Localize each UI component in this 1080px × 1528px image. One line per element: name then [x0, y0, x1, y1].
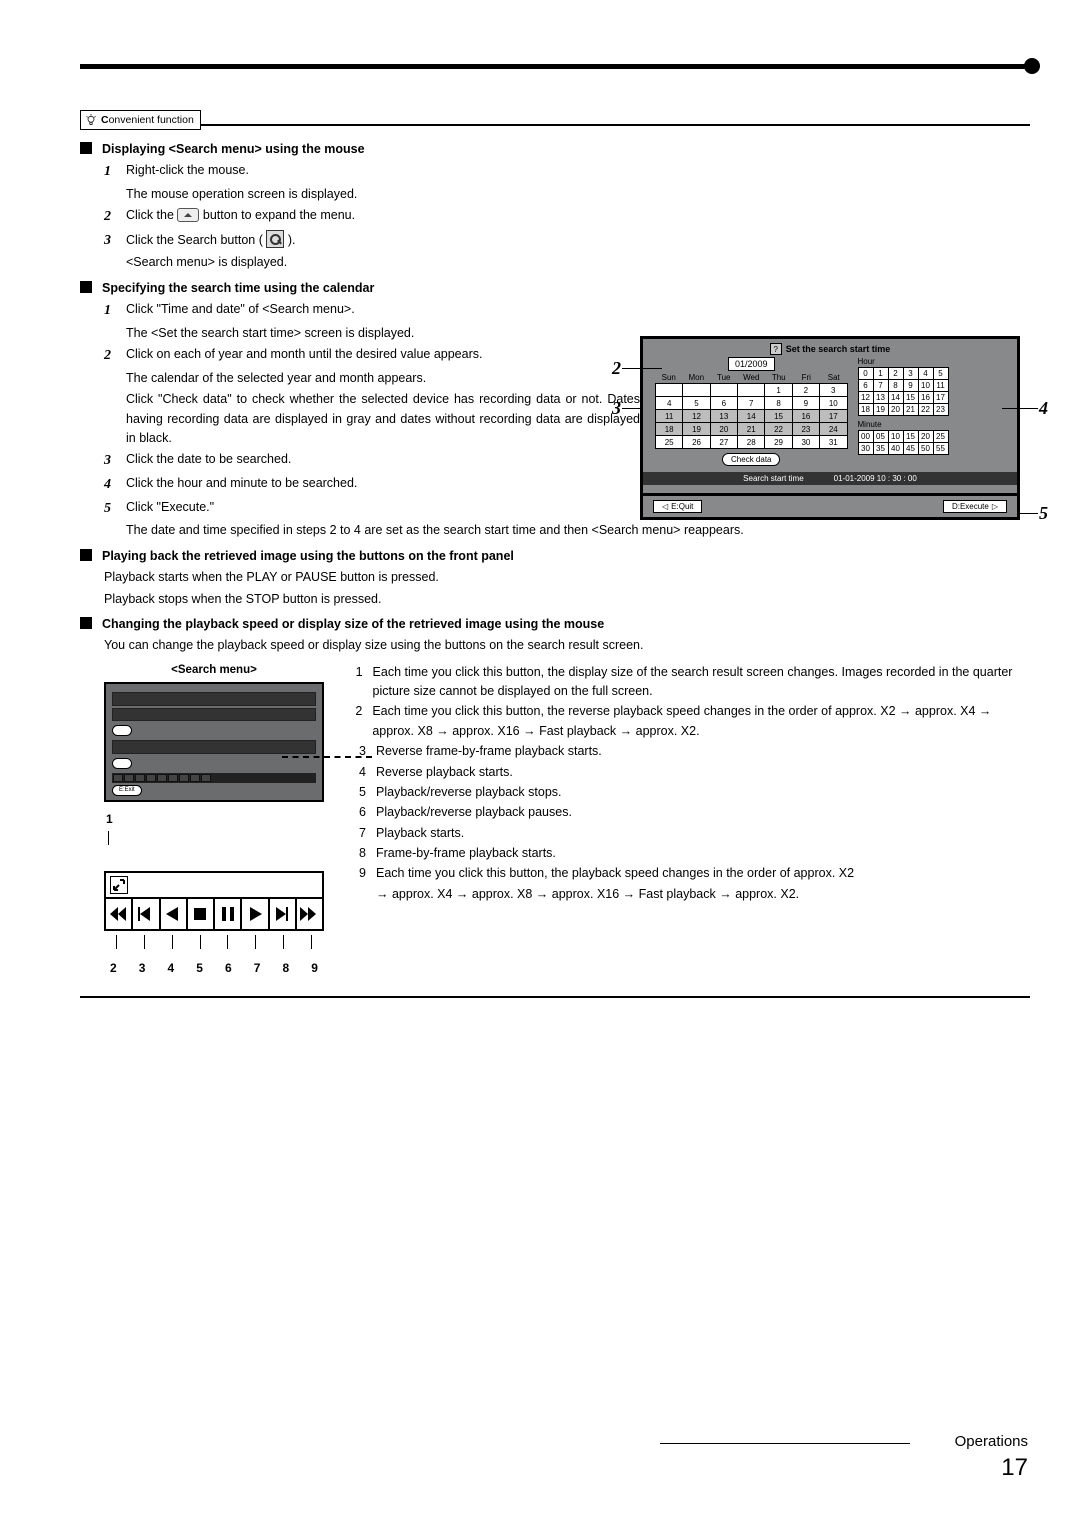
legend-text-cont: → approx. X4 → approx. X8 → approx. X16 … — [376, 885, 1030, 904]
play-icon — [242, 899, 269, 929]
step-text: Click "Time and date" of <Search menu>. — [126, 300, 640, 322]
leader-line — [282, 756, 372, 758]
legend-text: Frame-by-frame playback starts. — [376, 844, 556, 863]
step-text: Click the button to expand the menu. — [126, 206, 1030, 228]
minute-grid: 000510152025 303540455055 — [858, 430, 949, 455]
callout-2: 2 — [612, 358, 621, 379]
page-number: 17 — [955, 1454, 1028, 1482]
callout-3: 3 — [612, 398, 621, 419]
stop-icon — [188, 899, 215, 929]
page-content: CConvenient functiononvenient function D… — [80, 110, 1030, 998]
hour-grid: 012345 67891011 121314151617 18192021222… — [858, 367, 949, 416]
section-marker — [80, 549, 92, 561]
step-sub: <Search menu> is displayed. — [126, 253, 1030, 272]
legend-text: Playback starts. — [376, 824, 464, 843]
legend-text: Reverse frame-by-frame playback starts. — [376, 742, 602, 761]
top-rule — [80, 64, 1030, 69]
resize-icon — [110, 876, 128, 894]
body-text: You can change the playback speed or dis… — [104, 636, 1030, 655]
step-text: Click on each of year and month until th… — [126, 345, 640, 367]
mini-search-menu: E:Exit — [104, 682, 324, 802]
step-text: Click the hour and minute to be searched… — [126, 474, 640, 496]
step-text: Click the Search button ( ). — [126, 230, 1030, 252]
step-fwd-icon — [270, 899, 297, 929]
step-text: Right-click the mouse. — [126, 161, 1030, 183]
fast-fwd-icon — [297, 899, 322, 929]
callout-4: 4 — [1039, 398, 1048, 419]
dialog-footer: ◁E:Quit D:Execute▷ — [640, 496, 1020, 520]
section-change-speed: Changing the playback speed or display s… — [80, 615, 1030, 634]
quit-button: ◁E:Quit — [653, 500, 702, 513]
step-num: 3 — [104, 230, 118, 252]
dialog-title: Set the search start time — [786, 344, 891, 354]
page-footer: Operations 17 — [955, 1433, 1028, 1482]
top-dot — [1024, 58, 1040, 74]
legend-text: Playback/reverse playback stops. — [376, 783, 562, 802]
mini-exit-button: E:Exit — [112, 785, 142, 796]
legend-text: Each time you click this button, the pla… — [376, 864, 854, 883]
mini-playback-icons — [112, 773, 316, 783]
step-sub: The mouse operation screen is displayed. — [126, 185, 1030, 204]
legend-text: Playback/reverse playback pauses. — [376, 803, 572, 822]
playback-legend: 1Each time you click this button, the di… — [354, 662, 1030, 978]
section-playing-back: Playing back the retrieved image using t… — [80, 547, 1030, 566]
footer-section: Operations — [955, 1433, 1028, 1450]
check-data-button: Check data — [722, 453, 780, 466]
section-specify-time: Specifying the search time using the cal… — [80, 279, 1030, 298]
minute-label: Minute — [858, 420, 1006, 429]
callout-numbers: 2 3 4 5 6 7 8 9 — [104, 949, 324, 978]
section-marker — [80, 281, 92, 293]
pause-icon — [215, 899, 242, 929]
help-icon: ? — [770, 343, 782, 355]
legend-text: Each time you click this button, the rev… — [372, 702, 1030, 741]
callout-1: 1 — [106, 810, 324, 829]
dow-row: SunMonTueWedThuFriSat — [655, 373, 848, 382]
footer-rule — [660, 1443, 910, 1444]
body-text: Playback stops when the STOP button is p… — [104, 590, 1030, 609]
hour-label: Hour — [858, 357, 1006, 366]
callout-5: 5 — [1039, 503, 1048, 524]
section-title: Displaying <Search menu> using the mouse — [102, 140, 365, 159]
playback-control-figure — [104, 871, 324, 931]
step-num: 2 — [104, 206, 118, 228]
calendar-figure: ? Set the search start time 01/2009 SunM… — [640, 336, 1020, 520]
month-selector: 01/2009 — [728, 357, 775, 371]
body-text: Playback starts when the PLAY or PAUSE b… — [104, 568, 1030, 587]
status-bar: Search start time 01-01-2009 10 : 30 : 0… — [643, 472, 1017, 485]
step-sub: Click "Check data" to check whether the … — [126, 390, 640, 448]
step-rev-icon — [133, 899, 160, 929]
legend-text: Each time you click this button, the dis… — [373, 663, 1030, 702]
section-display-search-menu: Displaying <Search menu> using the mouse — [80, 140, 1030, 159]
tag-rule — [80, 124, 1030, 126]
convenient-function-tag: CConvenient functiononvenient function — [80, 110, 201, 130]
rev-play-icon — [161, 899, 188, 929]
search-menu-figure: <Search menu> E:Exit 1 — [104, 662, 324, 978]
bottom-rule — [80, 996, 1030, 998]
execute-button: D:Execute▷ — [943, 500, 1007, 513]
section-marker — [80, 617, 92, 629]
section-marker — [80, 142, 92, 154]
figure-title: <Search menu> — [104, 662, 324, 680]
calendar-grid: 123 45678910 11121314151617 181920212223… — [655, 383, 848, 449]
step-text: Click the date to be searched. — [126, 450, 640, 472]
fast-rev-icon — [106, 899, 133, 929]
step-sub: The <Set the search start time> screen i… — [126, 324, 640, 343]
step-sub: The calendar of the selected year and mo… — [126, 369, 640, 388]
step-num: 1 — [104, 161, 118, 183]
legend-text: Reverse playback starts. — [376, 763, 513, 782]
expand-menu-icon — [177, 208, 199, 222]
tag-label: CConvenient functiononvenient function — [101, 112, 194, 128]
bulb-icon — [85, 114, 97, 126]
search-icon — [266, 230, 284, 248]
section-title: Playing back the retrieved image using t… — [102, 547, 514, 566]
section-title: Changing the playback speed or display s… — [102, 615, 604, 634]
step-text: Click "Execute." — [126, 498, 640, 520]
step-sub: The date and time specified in steps 2 t… — [126, 521, 1030, 540]
section-title: Specifying the search time using the cal… — [102, 279, 374, 298]
